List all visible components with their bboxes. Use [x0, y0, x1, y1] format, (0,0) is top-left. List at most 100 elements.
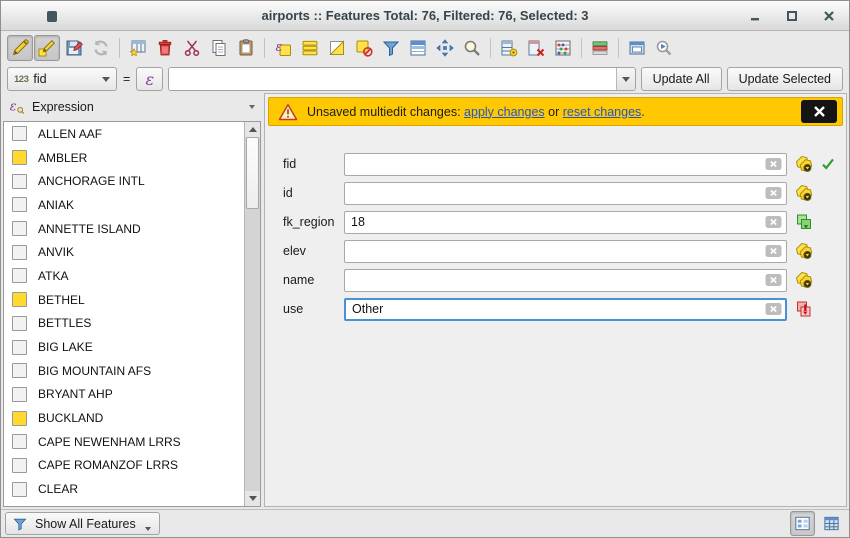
close-message-button[interactable] — [801, 100, 837, 123]
feature-list-item[interactable]: ANCHORAGE INTL — [4, 169, 244, 193]
save-edits-button[interactable] — [61, 35, 87, 61]
delete-field-button[interactable] — [523, 35, 549, 61]
feature-list-item[interactable]: AMBLER — [4, 146, 244, 170]
feature-list-view-selector[interactable]: ε Expression — [1, 93, 263, 121]
fid-field[interactable] — [344, 153, 787, 176]
field-calculator-button[interactable] — [550, 35, 576, 61]
clear-input-icon[interactable] — [765, 158, 782, 171]
feature-list-item[interactable]: CLEAR — [4, 477, 244, 501]
close-icon[interactable] — [819, 6, 839, 26]
zoom-to-selection-button[interactable] — [459, 35, 485, 61]
feature-filter-button[interactable]: Show All Features — [5, 512, 160, 535]
clear-input-icon[interactable] — [765, 303, 782, 316]
cut-features-button[interactable] — [179, 35, 205, 61]
feature-list-item[interactable]: BIG LAKE — [4, 335, 244, 359]
dock-attribute-table-button[interactable] — [624, 35, 650, 61]
new-field-button[interactable] — [496, 35, 522, 61]
invert-selection-button[interactable] — [324, 35, 350, 61]
delete-selected-features-button[interactable] — [152, 35, 178, 61]
feature-list-item[interactable]: CAPE NEWENHAM LRRS — [4, 430, 244, 454]
scrollbar-track[interactable] — [245, 209, 260, 491]
select-by-expression-button[interactable]: ε — [270, 35, 296, 61]
feature-selection-checkbox[interactable] — [12, 434, 27, 449]
select-all-button[interactable] — [297, 35, 323, 61]
toggle-editing-button[interactable] — [7, 35, 33, 61]
feature-selection-checkbox[interactable] — [12, 150, 27, 165]
feature-selection-checkbox[interactable] — [12, 387, 27, 402]
feature-list-item[interactable]: BRYANT AHP — [4, 383, 244, 407]
minimize-icon[interactable] — [745, 6, 765, 26]
feature-selection-checkbox[interactable] — [12, 340, 27, 355]
feature-list-item[interactable]: CAPE ROMANZOF LRRS — [4, 454, 244, 478]
elev-multiedit-state-icon[interactable] — [794, 241, 814, 261]
feature-selection-checkbox[interactable] — [12, 458, 27, 473]
reset-changes-link[interactable]: reset changes — [563, 105, 642, 119]
clear-input-icon[interactable] — [765, 216, 782, 229]
feature-list-item[interactable]: BUCKLAND — [4, 406, 244, 430]
filter-select-by-form-button[interactable] — [378, 35, 404, 61]
feature-selection-checkbox[interactable] — [12, 363, 27, 378]
feature-name-label: BIG LAKE — [38, 340, 93, 354]
table-view-button[interactable] — [819, 511, 844, 536]
name-field[interactable] — [344, 269, 787, 292]
feature-actions-button[interactable] — [651, 35, 677, 61]
feature-selection-checkbox[interactable] — [12, 292, 27, 307]
expression-history-dropdown[interactable] — [616, 68, 635, 90]
feature-list-item[interactable]: ANIAK — [4, 193, 244, 217]
apply-changes-link[interactable]: apply changes — [464, 105, 545, 119]
copy-features-button[interactable] — [206, 35, 232, 61]
scrollbar-thumb[interactable] — [246, 137, 259, 209]
paste-features-button[interactable] — [233, 35, 259, 61]
field-selector-dropdown[interactable]: 123 fid — [7, 67, 117, 91]
feature-list-item[interactable]: ANVIK — [4, 240, 244, 264]
id-multiedit-state-icon[interactable] — [794, 183, 814, 203]
feature-list-item[interactable]: ATKA — [4, 264, 244, 288]
update-all-button[interactable]: Update All — [641, 67, 722, 91]
use-multiedit-state-icon[interactable] — [794, 299, 814, 319]
update-selected-button[interactable]: Update Selected — [727, 67, 843, 91]
clear-input-icon[interactable] — [765, 274, 782, 287]
feature-list-container: ALLEN AAF AMBLER ANCHORAGE INTLANIAKANNETT… — [3, 121, 261, 507]
feature-selection-checkbox[interactable] — [12, 221, 27, 236]
feature-list-item[interactable]: BIG MOUNTAIN AFS — [4, 359, 244, 383]
conditional-formatting-button[interactable] — [587, 35, 613, 61]
feature-list-item[interactable]: BETHEL — [4, 288, 244, 312]
form-view-button[interactable] — [790, 511, 815, 536]
pan-to-selection-button[interactable] — [432, 35, 458, 61]
feature-selection-checkbox[interactable] — [12, 482, 27, 497]
clear-input-icon[interactable] — [765, 187, 782, 200]
feature-selection-checkbox[interactable] — [12, 174, 27, 189]
field-label: id — [283, 186, 344, 200]
move-selection-to-top-button[interactable] — [405, 35, 431, 61]
fk_region-field[interactable] — [344, 211, 787, 234]
feature-selection-checkbox[interactable] — [12, 411, 27, 426]
add-feature-button[interactable] — [125, 35, 151, 61]
feature-selection-checkbox[interactable] — [12, 126, 27, 141]
toggle-multiedit-mode-button[interactable] — [34, 35, 60, 61]
feature-selection-checkbox[interactable] — [12, 245, 27, 260]
deselect-all-button[interactable] — [351, 35, 377, 61]
vertical-scrollbar[interactable] — [244, 122, 260, 506]
pan-icon — [435, 38, 455, 58]
feature-selection-checkbox[interactable] — [12, 316, 27, 331]
maximize-icon[interactable] — [782, 6, 802, 26]
clipboard-icon — [236, 38, 256, 58]
fk_region-multiedit-state-icon[interactable] — [794, 212, 814, 232]
expression-builder-button[interactable]: ε — [136, 67, 163, 91]
scroll-up-icon[interactable] — [245, 122, 260, 137]
feature-name-label: AMBLER — [38, 151, 87, 165]
name-multiedit-state-icon[interactable] — [794, 270, 814, 290]
window-controls — [745, 1, 843, 31]
feature-list-item[interactable]: ALLEN AAF — [4, 122, 244, 146]
feature-selection-checkbox[interactable] — [12, 268, 27, 283]
fid-multiedit-state-icon[interactable] — [794, 154, 814, 174]
feature-list-item[interactable]: BETTLES — [4, 312, 244, 336]
expression-input[interactable] — [169, 68, 615, 90]
feature-list-item[interactable]: ANNETTE ISLAND — [4, 217, 244, 241]
scroll-down-icon[interactable] — [245, 491, 260, 506]
use-field[interactable] — [344, 298, 787, 321]
clear-input-icon[interactable] — [765, 245, 782, 258]
elev-field[interactable] — [344, 240, 787, 263]
feature-selection-checkbox[interactable] — [12, 197, 27, 212]
id-field[interactable] — [344, 182, 787, 205]
